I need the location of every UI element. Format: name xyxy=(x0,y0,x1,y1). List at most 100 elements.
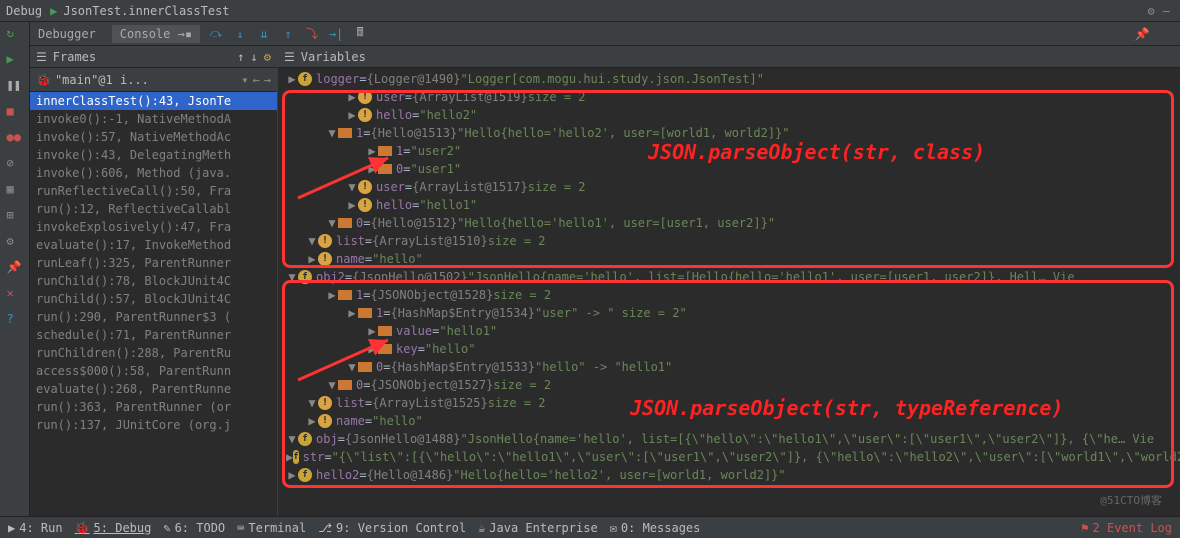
pin-icon[interactable]: 📌 xyxy=(1134,26,1150,42)
stack-frame[interactable]: run():12, ReflectiveCallabl xyxy=(30,200,277,218)
variable-row[interactable]: ▶value = "hello1" xyxy=(278,322,1180,340)
settings-icon-2[interactable]: ⚙ xyxy=(7,234,23,250)
stack-frame[interactable]: run():137, JUnitCore (org.j xyxy=(30,416,277,434)
stack-frame[interactable]: runReflectiveCall():50, Fra xyxy=(30,182,277,200)
stack-frame[interactable]: runChildren():288, ParentRu xyxy=(30,344,277,362)
stack-frame[interactable]: access$000():58, ParentRunn xyxy=(30,362,277,380)
layout-icon[interactable]: ▦ xyxy=(7,182,23,198)
stop-icon[interactable]: ■ xyxy=(7,104,23,120)
variable-row[interactable]: ▼!list = {ArrayList@1525} size = 2 xyxy=(278,394,1180,412)
stack-frame[interactable]: invoke():57, NativeMethodAc xyxy=(30,128,277,146)
expand-arrow-icon[interactable]: ▶ xyxy=(366,322,378,340)
variable-row[interactable]: ▶flogger = {Logger@1490} "Logger[com.mog… xyxy=(278,70,1180,88)
restore-layout-icon[interactable]: ⊞ xyxy=(7,208,23,224)
variable-row[interactable]: ▼0 = {JSONObject@1527} size = 2 xyxy=(278,376,1180,394)
vcs-tool-window[interactable]: ⎇ 9: Version Control xyxy=(318,521,466,535)
expand-arrow-icon[interactable]: ▶ xyxy=(326,286,338,304)
expand-arrow-icon[interactable]: ▶ xyxy=(366,160,378,178)
variable-row[interactable]: ▼0 = {HashMap$Entry@1533} "hello" -> "he… xyxy=(278,358,1180,376)
javaee-tool-window[interactable]: ☕ Java Enterprise xyxy=(478,521,598,535)
stack-frame[interactable]: run():363, ParentRunner (or xyxy=(30,398,277,416)
stack-frame[interactable]: runLeaf():325, ParentRunner xyxy=(30,254,277,272)
expand-arrow-icon[interactable]: ▶ xyxy=(306,250,318,268)
prev-frame-icon[interactable]: ↑ xyxy=(237,50,244,64)
expand-arrow-icon[interactable]: ▼ xyxy=(286,268,298,286)
pause-icon[interactable]: ❚❚ xyxy=(7,78,23,94)
evaluate-icon[interactable]: 🖩 xyxy=(352,26,368,42)
step-into-icon[interactable]: ↓ xyxy=(232,26,248,42)
variable-row[interactable]: ▶1 = "user2" xyxy=(278,142,1180,160)
variable-row[interactable]: ▶!name = "hello" xyxy=(278,250,1180,268)
filter-icon[interactable]: ⚙ xyxy=(264,50,271,64)
event-log[interactable]: ⚑ 2 Event Log xyxy=(1081,521,1172,535)
expand-arrow-icon[interactable]: ▶ xyxy=(286,448,293,466)
step-out-icon[interactable]: ↑ xyxy=(280,26,296,42)
variable-row[interactable]: ▼0 = {Hello@1512} "Hello{hello='hello1',… xyxy=(278,214,1180,232)
settings-icon[interactable]: ⚙ xyxy=(1148,4,1155,18)
run-to-cursor-icon[interactable]: →| xyxy=(328,26,344,42)
variable-row[interactable]: ▶!name = "hello" xyxy=(278,412,1180,430)
step-over-icon[interactable]: ⤼ xyxy=(208,26,224,42)
stack-frame[interactable]: invoke():606, Method (java. xyxy=(30,164,277,182)
drop-frame-icon[interactable]: ⤵ xyxy=(304,26,320,42)
expand-arrow-icon[interactable]: ▶ xyxy=(346,196,358,214)
expand-arrow-icon[interactable]: ▼ xyxy=(326,376,338,394)
variable-row[interactable]: ▶0 = "user1" xyxy=(278,160,1180,178)
expand-arrow-icon[interactable]: ▼ xyxy=(306,394,318,412)
stack-frame[interactable]: runChild():78, BlockJUnit4C xyxy=(30,272,277,290)
expand-arrow-icon[interactable]: ▶ xyxy=(286,466,298,484)
resume-icon[interactable]: ▶ xyxy=(7,52,23,68)
expand-arrow-icon[interactable]: ▶ xyxy=(346,88,358,106)
console-tab[interactable]: Console →▪ xyxy=(112,25,200,43)
todo-tool-window[interactable]: ✎ 6: TODO xyxy=(163,521,225,535)
variable-row[interactable]: ▶1 = {HashMap$Entry@1534} "user" -> " si… xyxy=(278,304,1180,322)
variable-row[interactable]: ▶fstr = "{\"list\":[{\"hello\":\"hello1\… xyxy=(278,448,1180,466)
expand-arrow-icon[interactable]: ▶ xyxy=(346,304,358,322)
stack-frame[interactable]: invoke0():-1, NativeMethodA xyxy=(30,110,277,128)
stack-frame[interactable]: innerClassTest():43, JsonTe xyxy=(30,92,277,110)
variable-row[interactable]: ▼fobj2 = {JsonHello@1502} "JsonHello{nam… xyxy=(278,268,1180,286)
expand-arrow-icon[interactable]: ▼ xyxy=(326,214,338,232)
minimize-icon[interactable]: — xyxy=(1163,4,1170,18)
thread-selector[interactable]: 🐞 "main"@1 i... ▾ ← → xyxy=(30,68,277,92)
variable-row[interactable]: ▶!hello = "hello2" xyxy=(278,106,1180,124)
expand-arrow-icon[interactable]: ▼ xyxy=(346,178,358,196)
variable-row[interactable]: ▶fhello2 = {Hello@1486} "Hello{hello='he… xyxy=(278,466,1180,484)
force-step-into-icon[interactable]: ⇊ xyxy=(256,26,272,42)
terminal-tool-window[interactable]: ⌨ Terminal xyxy=(237,521,306,535)
debugger-tab[interactable]: Debugger xyxy=(30,25,104,43)
close-icon[interactable]: ✕ xyxy=(7,286,23,302)
expand-arrow-icon[interactable]: ▼ xyxy=(286,430,298,448)
pin-icon-2[interactable]: 📌 xyxy=(7,260,23,276)
variable-row[interactable]: ▶!hello = "hello1" xyxy=(278,196,1180,214)
expand-arrow-icon[interactable]: ▶ xyxy=(366,340,378,358)
stack-frame[interactable]: schedule():71, ParentRunner xyxy=(30,326,277,344)
stack-frame[interactable]: evaluate():268, ParentRunne xyxy=(30,380,277,398)
messages-tool-window[interactable]: ✉ 0: Messages xyxy=(610,521,701,535)
variable-row[interactable]: ▼!list = {ArrayList@1510} size = 2 xyxy=(278,232,1180,250)
frames-list[interactable]: innerClassTest():43, JsonTeinvoke0():-1,… xyxy=(30,92,277,516)
variable-row[interactable]: ▶key = "hello" xyxy=(278,340,1180,358)
stack-frame[interactable]: evaluate():17, InvokeMethod xyxy=(30,236,277,254)
variable-row[interactable]: ▶1 = {JSONObject@1528} size = 2 xyxy=(278,286,1180,304)
stack-frame[interactable]: invoke():43, DelegatingMeth xyxy=(30,146,277,164)
expand-arrow-icon[interactable]: ▶ xyxy=(346,106,358,124)
expand-arrow-icon[interactable]: ▼ xyxy=(326,124,338,142)
expand-arrow-icon[interactable]: ▶ xyxy=(366,142,378,160)
variable-row[interactable]: ▼fobj = {JsonHello@1488} "JsonHello{name… xyxy=(278,430,1180,448)
mute-breakpoints-icon[interactable]: ⊘ xyxy=(7,156,23,172)
variable-row[interactable]: ▼1 = {Hello@1513} "Hello{hello='hello2',… xyxy=(278,124,1180,142)
next-frame-icon[interactable]: ↓ xyxy=(251,50,258,64)
frame-next-icon[interactable]: → xyxy=(264,73,271,87)
frame-prev-icon[interactable]: ← xyxy=(253,73,260,87)
stack-frame[interactable]: run():290, ParentRunner$3 ( xyxy=(30,308,277,326)
view-breakpoints-icon[interactable]: ●● xyxy=(7,130,23,146)
debug-tool-window[interactable]: 🐞 5: Debug xyxy=(75,521,152,535)
stack-frame[interactable]: runChild():57, BlockJUnit4C xyxy=(30,290,277,308)
run-tool-window[interactable]: ▶ 4: Run xyxy=(8,521,63,535)
expand-arrow-icon[interactable]: ▼ xyxy=(346,358,358,376)
variable-row[interactable]: ▼!user = {ArrayList@1517} size = 2 xyxy=(278,178,1180,196)
expand-arrow-icon[interactable]: ▼ xyxy=(306,232,318,250)
rerun-icon[interactable]: ↻ xyxy=(7,26,23,42)
variable-row[interactable]: ▶!user = {ArrayList@1519} size = 2 xyxy=(278,88,1180,106)
